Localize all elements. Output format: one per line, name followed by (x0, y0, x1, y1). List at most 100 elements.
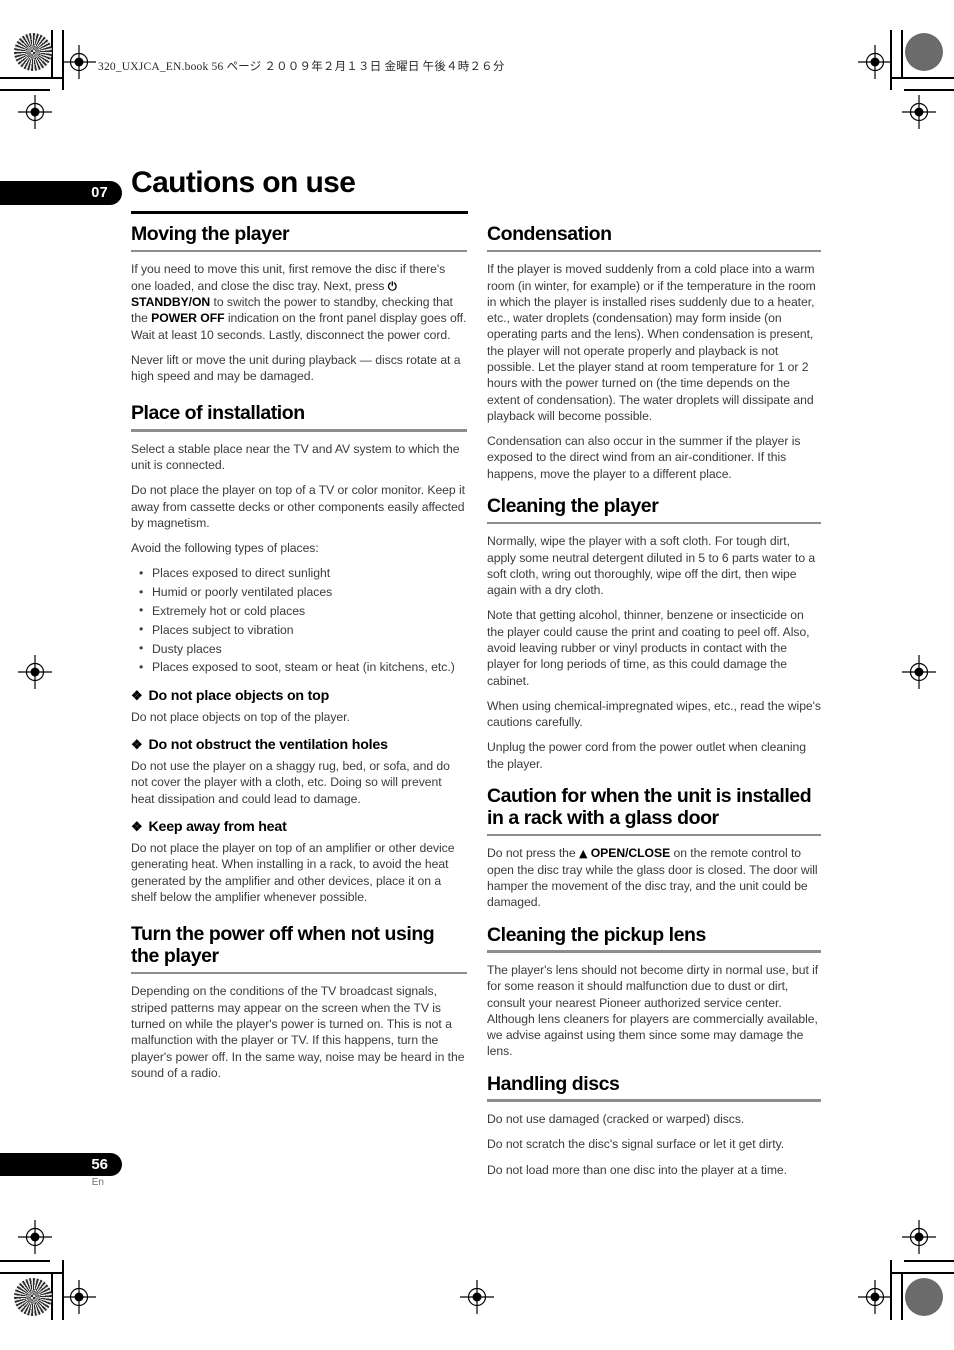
registration-target-icon (902, 95, 936, 129)
section-rule (487, 249, 821, 253)
crop-mark (901, 1272, 903, 1320)
crop-mark (904, 1260, 954, 1262)
crop-mark (0, 1260, 50, 1262)
section-heading-cleaning-the-pickup-lens: Cleaning the pickup lens (487, 923, 706, 946)
section-heading-cleaning-the-player: Cleaning the player (487, 494, 659, 517)
registration-target-icon (858, 45, 892, 79)
paragraph: Do not scratch the disc's signal surface… (487, 1137, 785, 1152)
halftone-star-patch (14, 33, 52, 71)
section-cleaning-the-pickup-lens: Cleaning the pickup lens The player's le… (487, 923, 821, 1060)
paragraph: Do not use damaged (cracked or warped) d… (487, 1111, 745, 1126)
crop-mark (0, 89, 50, 91)
paragraph: Unplug the power cord from the power out… (487, 740, 806, 771)
page-title: Cautions on use (131, 166, 356, 199)
crop-mark (904, 89, 954, 91)
section-rule (131, 429, 467, 432)
page-number-tab: 56 (0, 1153, 122, 1176)
paragraph: If you need to move this unit, first rem… (131, 261, 467, 342)
paragraph: Do not press the ▲ OPEN/CLOSE on the rem… (487, 845, 821, 911)
section-condensation: Condensation If the player is moved sudd… (487, 223, 821, 482)
list-item: Places subject to vibration (131, 621, 467, 638)
paragraph: Do not place the player on top of a TV o… (131, 483, 465, 530)
subheading-label: Do not obstruct the ventilation holes (148, 737, 388, 754)
right-column: Condensation If the player is moved sudd… (487, 223, 821, 1180)
floret-bullet-icon: ❖ (131, 819, 143, 835)
section-rule (487, 521, 821, 525)
section-rule (487, 950, 821, 953)
floret-bullet-icon: ❖ (131, 737, 143, 753)
list-item: Extremely hot or cold places (131, 602, 467, 619)
subheading-label: Do not place objects on top (148, 687, 330, 704)
open-close-label: OPEN/CLOSE (590, 846, 671, 861)
text-run: Do not press the (487, 846, 579, 861)
standby-on-label: STANDBY/ON (131, 294, 211, 309)
eject-icon: ▲ (578, 847, 588, 861)
paragraph: Do not load more than one disc into the … (487, 1162, 787, 1177)
power-off-label: POWER OFF (151, 311, 225, 326)
paragraph: Condensation can also occur in the summe… (487, 434, 801, 481)
page-number-label: 56 (91, 1156, 108, 1173)
paragraph: Do not place objects on top of the playe… (131, 709, 350, 724)
section-heading-turn-the-power-off: Turn the power off when not using the pl… (131, 923, 435, 968)
paragraph: Depending on the conditions of the TV br… (131, 984, 465, 1080)
section-heading-condensation: Condensation (487, 223, 612, 245)
paragraph: Never lift or move the unit during playb… (131, 352, 461, 384)
registration-target-icon (858, 1280, 892, 1314)
registration-target-icon (902, 655, 936, 689)
crop-mark (62, 1260, 64, 1320)
crop-mark (890, 1260, 892, 1320)
registration-target-icon (18, 655, 52, 689)
paragraph: If the player is moved suddenly from a c… (487, 262, 816, 423)
list-item: Places exposed to direct sunlight (131, 565, 467, 582)
paragraph: Select a stable place near the TV and AV… (131, 441, 460, 472)
crop-mark (901, 30, 903, 78)
crop-mark (51, 30, 53, 78)
paragraph: Do not place the player on top of an amp… (131, 841, 455, 905)
subheading-label: Keep away from heat (148, 819, 287, 836)
list-item: Places exposed to soot, steam or heat (i… (131, 659, 467, 676)
registration-target-icon (62, 45, 96, 79)
halftone-dark-patch (905, 1278, 943, 1316)
section-cleaning-the-player: Cleaning the player Normally, wipe the p… (487, 494, 821, 772)
section-rule (131, 971, 467, 975)
left-column: Moving the player If you need to move th… (131, 223, 467, 1180)
crop-mark (62, 30, 64, 90)
registration-target-icon (18, 95, 52, 129)
avoid-places-list: Places exposed to direct sunlight Humid … (131, 565, 467, 675)
list-item: Dusty places (131, 640, 467, 657)
halftone-dark-patch (905, 33, 943, 71)
floret-bullet-icon: ❖ (131, 687, 143, 703)
chapter-number-label: 07 (91, 185, 108, 201)
crop-mark (890, 30, 892, 90)
paragraph: Avoid the following types of places: (131, 541, 319, 556)
section-rule (487, 833, 821, 837)
chapter-number-tab: 07 (0, 181, 122, 205)
registration-target-icon (18, 1220, 52, 1254)
section-handling-discs: Handling discs Do not use damaged (crack… (487, 1072, 821, 1178)
section-heading-place-of-installation: Place of installation (131, 402, 305, 425)
subheading-do-not-place-objects-on-top: ❖ Do not place objects on top (131, 687, 467, 705)
crop-mark (0, 1272, 62, 1274)
paragraph: When using chemical-impregnated wipes, e… (487, 698, 821, 730)
standby-power-icon: ⏻ (387, 278, 397, 293)
paragraph: Note that getting alcohol, thinner, benz… (487, 608, 810, 688)
content-columns: Moving the player If you need to move th… (131, 223, 821, 1180)
subheading-keep-away-from-heat: ❖ Keep away from heat (131, 818, 467, 836)
section-heading-moving-the-player: Moving the player (131, 223, 290, 245)
registration-target-icon (460, 1280, 494, 1314)
section-rule (131, 249, 467, 253)
crop-mark (892, 77, 954, 79)
page-title-rule (131, 211, 468, 214)
halftone-star-patch (14, 1278, 52, 1316)
crop-mark (892, 1272, 954, 1274)
registration-target-icon (62, 1280, 96, 1314)
paragraph: Normally, wipe the player with a soft cl… (487, 534, 816, 598)
paragraph: The player's lens should not become dirt… (487, 962, 819, 1059)
section-place-of-installation: Place of installation Select a stable pl… (131, 403, 467, 905)
language-code-label: En (91, 1177, 104, 1188)
crop-mark (51, 1272, 53, 1320)
list-item: Humid or poorly ventilated places (131, 584, 467, 601)
section-caution-glass-door: Caution for when the unit is installed i… (487, 785, 821, 911)
section-heading-handling-discs: Handling discs (487, 1072, 620, 1095)
crop-mark (0, 77, 62, 79)
